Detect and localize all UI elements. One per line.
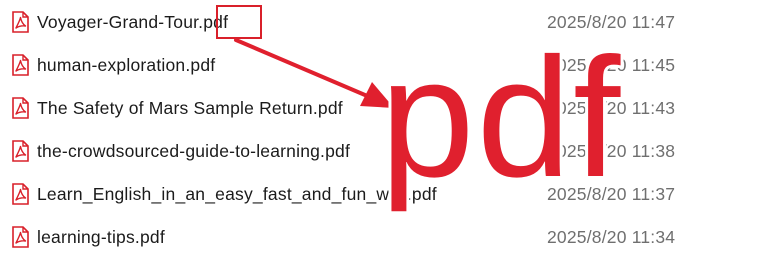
file-modified-date: 2025/8/20 11:43	[547, 98, 676, 118]
pdf-file-icon	[10, 54, 30, 76]
file-name: the-crowdsourced-guide-to-learning.pdf	[37, 141, 351, 161]
file-name: human-exploration.pdf	[37, 55, 216, 75]
file-row[interactable]: human-exploration.pdf 2025/8/20 11:45	[0, 43, 784, 86]
pdf-file-icon	[10, 140, 30, 162]
pdf-file-icon	[10, 97, 30, 119]
extension-highlight-box	[216, 5, 262, 39]
file-modified-date: 2025/8/20 11:38	[547, 141, 676, 161]
file-name: Learn_English_in_an_easy_fast_and_fun_wa…	[37, 184, 437, 204]
file-modified-date: 2025/8/20 11:37	[547, 184, 676, 204]
file-list: Voyager-Grand-Tour.pdf 2025/8/20 11:47 h…	[0, 0, 784, 268]
pdf-file-icon	[10, 183, 30, 205]
file-row[interactable]: Voyager-Grand-Tour.pdf 2025/8/20 11:47	[0, 0, 784, 43]
file-modified-date: 2025/8/20 11:34	[547, 227, 676, 247]
file-modified-date: 2025/8/20 11:47	[547, 12, 676, 32]
file-name: The Safety of Mars Sample Return.pdf	[37, 98, 343, 118]
file-name: Voyager-Grand-Tour.pdf	[37, 12, 229, 32]
file-row[interactable]: the-crowdsourced-guide-to-learning.pdf 2…	[0, 129, 784, 172]
file-modified-date: 2025/8/20 11:45	[547, 55, 676, 75]
pdf-file-icon	[10, 226, 30, 248]
file-row[interactable]: learning-tips.pdf 2025/8/20 11:34	[0, 215, 784, 258]
file-row[interactable]: Learn_English_in_an_easy_fast_and_fun_wa…	[0, 172, 784, 215]
file-row[interactable]: The Safety of Mars Sample Return.pdf 202…	[0, 86, 784, 129]
pdf-file-icon	[10, 11, 30, 33]
file-name: learning-tips.pdf	[37, 227, 165, 247]
